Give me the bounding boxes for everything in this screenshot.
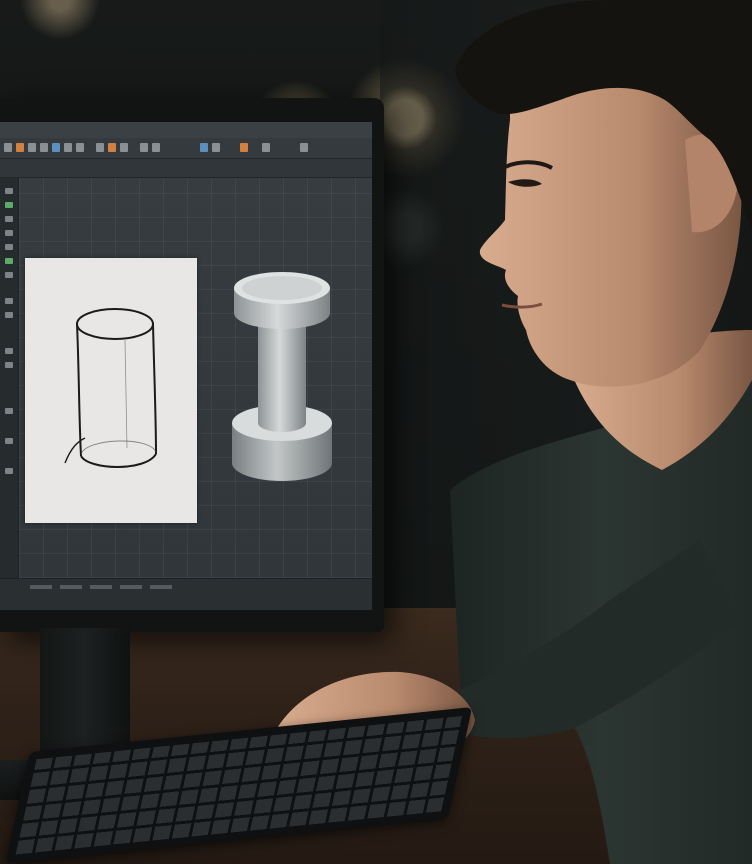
tool-icon <box>120 143 128 152</box>
tool-icon <box>5 202 13 208</box>
tool-icon <box>140 143 148 152</box>
photo-scene <box>0 0 752 864</box>
tool-icon <box>5 468 13 474</box>
tool-icon <box>5 298 13 304</box>
tool-icon <box>262 143 270 152</box>
tool-icon <box>4 143 12 152</box>
tool-icon <box>5 230 13 236</box>
tool-icon <box>200 143 208 152</box>
tool-icon <box>40 143 48 152</box>
tool-icon <box>212 143 220 152</box>
tool-icon <box>76 143 84 152</box>
timeline-segment <box>60 585 82 589</box>
tool-icon <box>5 272 13 278</box>
cylinder-sketch-paper <box>25 258 197 523</box>
timeline-segment <box>150 585 172 589</box>
tool-icon <box>5 258 13 264</box>
tool-icon <box>5 408 13 414</box>
tool-icon <box>5 244 13 250</box>
tool-icon <box>240 143 248 152</box>
tool-icon <box>5 188 13 194</box>
cylinder-sketch-drawing <box>64 308 157 468</box>
tool-icon <box>52 143 60 152</box>
tool-icon <box>5 362 13 368</box>
timeline-segment <box>30 585 52 589</box>
tool-icon <box>16 143 24 152</box>
timeline-segment <box>90 585 112 589</box>
tool-icon <box>5 348 13 354</box>
tool-icon <box>5 216 13 222</box>
tool-icon <box>108 143 116 152</box>
timeline-segment <box>120 585 142 589</box>
tool-icon <box>28 143 36 152</box>
left-tool-panel <box>0 178 19 578</box>
tool-icon <box>5 438 13 444</box>
tool-icon <box>64 143 72 152</box>
tool-icon <box>96 143 104 152</box>
tool-icon <box>5 312 13 318</box>
tool-icon <box>152 143 160 152</box>
